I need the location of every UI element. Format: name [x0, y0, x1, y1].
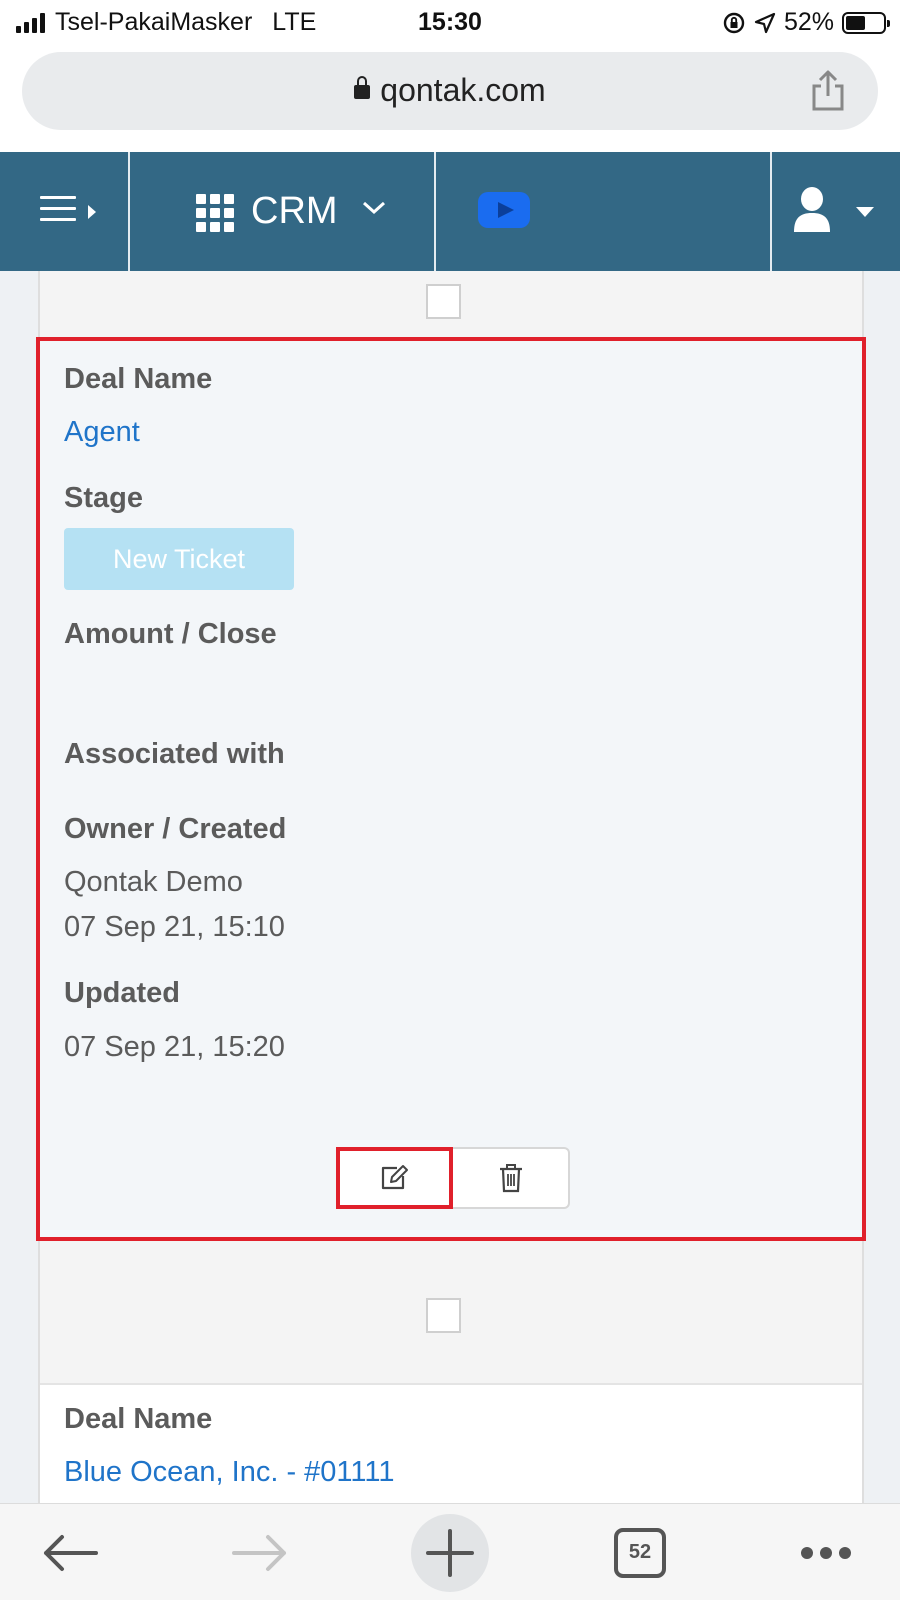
sidebar-toggle-button[interactable]: [0, 152, 128, 271]
updated-label: Updated: [64, 977, 180, 1009]
delete-button[interactable]: [453, 1147, 570, 1209]
deal-card: Deal Name Agent Stage New Ticket Amount …: [36, 337, 866, 1241]
amount-close-label: Amount / Close: [64, 618, 277, 650]
url-text: qontak.com: [380, 72, 546, 108]
share-icon[interactable]: [808, 68, 848, 112]
apps-grid-icon: [196, 194, 234, 232]
caret-right-icon: [88, 205, 96, 219]
lock-icon: [354, 76, 371, 99]
video-tutorial-area: [436, 152, 770, 271]
battery-icon: [842, 11, 890, 34]
status-right: 52%: [722, 8, 890, 37]
deals-list-area: Deal Name Agent Stage New Ticket Amount …: [0, 271, 900, 1503]
tab-count: 52: [614, 1527, 666, 1578]
caret-down-icon: [856, 207, 874, 217]
owner-created-label: Owner / Created: [64, 813, 287, 845]
location-arrow-icon: [754, 12, 776, 33]
forward-arrow-icon: [232, 1534, 286, 1571]
url-display[interactable]: qontak.com: [22, 72, 878, 109]
more-menu-button[interactable]: [776, 1504, 876, 1600]
created-date: 07 Sep 21, 15:10: [64, 911, 285, 943]
deal-name-label-2: Deal Name: [64, 1403, 213, 1435]
owner-name: Qontak Demo: [64, 866, 243, 898]
deal-card-2: Deal Name Blue Ocean, Inc. - #01111: [40, 1383, 862, 1503]
video-play-icon[interactable]: [478, 192, 530, 228]
status-bar: Tsel-PakaiMasker LTE 15:30 52%: [0, 0, 900, 48]
menu-icon: [40, 196, 76, 229]
stage-label: Stage: [64, 482, 143, 514]
updated-date: 07 Sep 21, 15:20: [64, 1031, 285, 1063]
deal-name-label: Deal Name: [64, 363, 213, 395]
edit-icon: [381, 1165, 408, 1190]
deal-name-link-2[interactable]: Blue Ocean, Inc. - #01111: [64, 1456, 394, 1489]
more-icon: [801, 1546, 851, 1559]
plus-icon: [411, 1513, 489, 1592]
back-button[interactable]: [30, 1504, 110, 1600]
app-navbar: CRM: [0, 152, 900, 271]
select-deal-checkbox-2[interactable]: [426, 1298, 461, 1333]
select-deal-checkbox[interactable]: [426, 284, 461, 319]
address-bar[interactable]: qontak.com: [22, 52, 878, 130]
deals-column: Deal Name Agent Stage New Ticket Amount …: [36, 271, 866, 1503]
deal-name-link[interactable]: Agent: [64, 416, 140, 449]
tabs-button[interactable]: 52: [600, 1504, 680, 1600]
edit-button[interactable]: [336, 1147, 453, 1209]
battery-percent: 52%: [783, 8, 834, 36]
user-icon: [794, 187, 830, 232]
forward-button[interactable]: [220, 1504, 300, 1600]
trash-icon: [499, 1164, 522, 1193]
deal-actions: [336, 1147, 570, 1209]
module-label: CRM: [251, 190, 338, 232]
chevron-down-icon: [362, 201, 386, 215]
new-tab-button[interactable]: [410, 1504, 490, 1600]
associated-with-label: Associated with: [64, 738, 285, 770]
user-menu-button[interactable]: [772, 152, 900, 271]
stage-badge: New Ticket: [64, 528, 294, 590]
browser-toolbar: 52: [0, 1503, 900, 1600]
orientation-lock-icon: [723, 12, 745, 33]
back-arrow-icon: [44, 1534, 98, 1571]
module-switcher[interactable]: CRM: [130, 152, 434, 271]
